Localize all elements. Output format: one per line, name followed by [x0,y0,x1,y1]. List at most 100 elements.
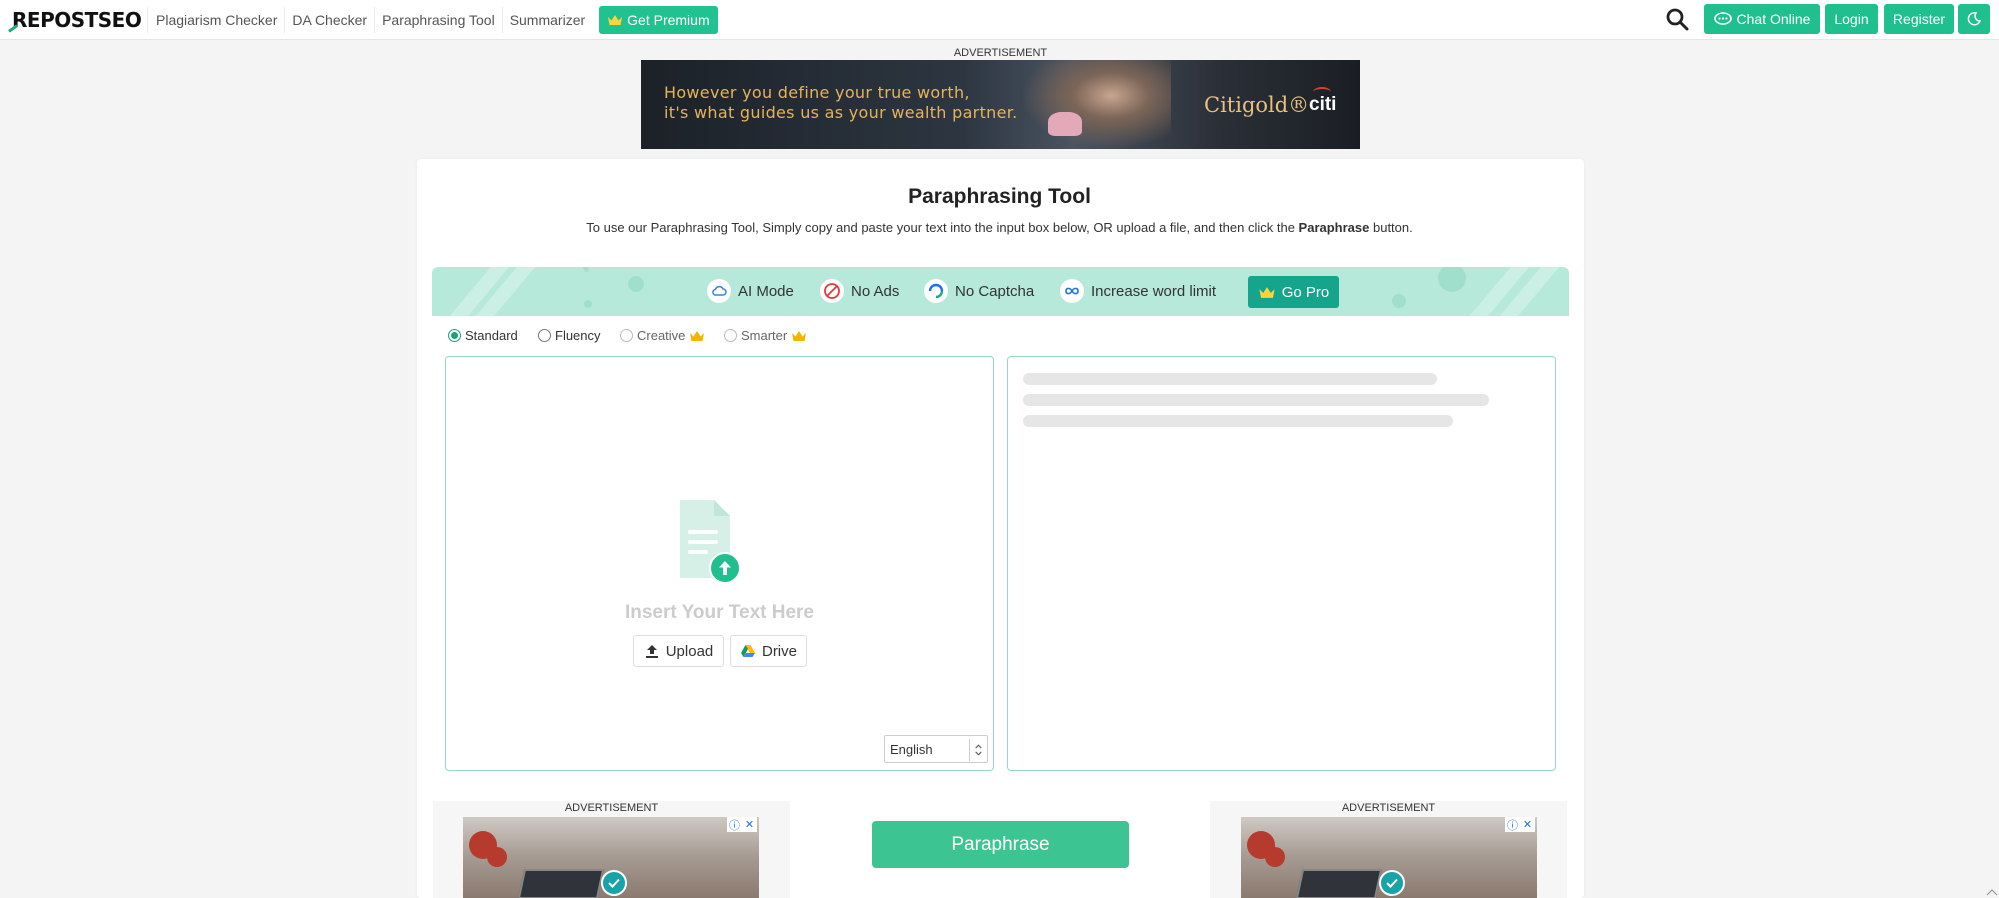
input-placeholder: Insert Your Text Here [624,602,814,623]
mode-standard-radio[interactable] [448,329,461,342]
banner-decoration [584,267,589,272]
feature-no-ads-label: No Ads [851,282,900,300]
ad-brand-name: Citigold® [1204,93,1310,117]
logo-text: REPOSTSEO [12,8,142,32]
moon-icon [1967,12,1981,26]
mode-fluency-label: Fluency [555,328,601,343]
input-text-area[interactable]: Insert Your Text Here Upload Drive Engli… [445,356,994,771]
mode-creative-label: Creative [637,328,686,343]
pro-features-banner: AI Mode No Ads No Captcha Increase word … [432,267,1569,316]
mode-standard-label: Standard [465,328,518,343]
mode-smarter-label: Smarter [741,328,788,343]
language-value: English [890,741,933,757]
crown-icon [608,15,623,25]
feature-no-ads: No Ads [820,278,899,304]
upload-button[interactable]: Upload [633,635,724,667]
ad-flower-image [487,847,507,867]
crown-icon [690,330,705,341]
upload-label: Upload [665,642,714,660]
mode-fluency[interactable]: Fluency [538,327,601,344]
ad-label-right: ADVERTISEMENT [1341,802,1436,814]
captcha-icon [924,279,948,303]
crown-icon [1259,286,1275,298]
instructions-text-end: button. [1369,220,1413,235]
chat-online-button[interactable]: Chat Online [1704,4,1820,34]
dark-mode-toggle[interactable] [1958,4,1990,34]
banner-decoration [628,276,644,292]
page-instructions: To use our Paraphrasing Tool, Simply cop… [0,220,1999,235]
feature-no-captcha: No Captcha [924,278,1034,304]
chevron-up-icon[interactable] [1985,885,1999,898]
loading-placeholder-line [1023,394,1489,406]
ad-label-left: ADVERTISEMENT [564,802,659,814]
ad-laptop-image [1295,869,1383,898]
citi-logo: citi [1309,94,1337,115]
language-select[interactable]: English [884,735,988,763]
go-pro-button[interactable]: Go Pro [1248,276,1339,308]
nav-da-checker[interactable]: DA Checker [285,7,376,33]
ad-close-icon[interactable]: ✕ [742,817,757,832]
ad-flower-image [1265,847,1285,867]
register-label: Register [1892,11,1946,27]
site-logo[interactable]: REPOSTSEO [12,7,142,33]
mode-creative-radio[interactable] [620,329,633,342]
mode-standard[interactable]: Standard [448,327,518,344]
ad-label-top: ADVERTISEMENT [953,47,1048,59]
ad-cake-image [1048,112,1082,136]
mode-smarter[interactable]: Smarter [724,327,807,344]
feature-ai-mode-label: AI Mode [738,282,794,300]
feature-ai-mode: AI Mode [707,278,794,304]
ad-person-image [1021,60,1171,149]
login-button[interactable]: Login [1825,4,1878,34]
ad-headline-line1: However you define your true worth, [664,83,970,102]
chat-bubble-icon [1713,12,1732,25]
get-premium-label: Get Premium [627,12,710,28]
mode-smarter-radio[interactable] [724,329,737,342]
instructions-text: To use our Paraphrasing Tool, Simply cop… [586,220,1299,235]
paraphrase-button[interactable]: Paraphrase [872,821,1129,868]
upload-icon [645,645,658,658]
nav-paraphrasing-tool[interactable]: Paraphrasing Tool [375,7,503,33]
mode-fluency-radio[interactable] [538,329,551,342]
go-pro-label: Go Pro [1281,283,1330,301]
google-drive-icon [740,645,755,657]
google-drive-button[interactable]: Drive [730,635,807,667]
search-icon[interactable] [1665,7,1689,31]
get-premium-button[interactable]: Get Premium [599,6,718,34]
crown-icon [792,330,807,341]
chat-online-label: Chat Online [1736,11,1811,27]
login-label: Login [1834,11,1869,27]
infinity-icon [1060,279,1084,303]
main-nav: Plagiarism Checker DA Checker Paraphrasi… [149,0,718,40]
drive-label: Drive [761,642,797,660]
register-button[interactable]: Register [1884,4,1954,34]
no-ads-icon [820,279,844,303]
ad-close-icon[interactable]: ✕ [1520,817,1535,832]
ad-laptop-image [517,869,605,898]
cloud-ai-icon [707,279,731,303]
loading-placeholder-line [1023,415,1453,427]
banner-decoration [584,300,592,308]
banner-decoration [1392,294,1406,308]
feature-no-captcha-label: No Captcha [955,282,1035,300]
loading-placeholder-line [1023,373,1437,385]
ad-controls: ⓘ ✕ [727,817,757,832]
output-text-area[interactable] [1007,356,1556,771]
upload-document-icon [680,500,740,584]
left-bottom-ad[interactable]: ⓘ ✕ [463,817,759,898]
ad-info-icon[interactable]: ⓘ [1505,817,1520,832]
feature-word-limit-label: Increase word limit [1091,282,1217,300]
select-arrows-icon [969,739,982,761]
right-bottom-ad[interactable]: ⓘ ✕ [1241,817,1537,898]
feature-increase-word-limit: Increase word limit [1060,278,1216,304]
ad-headline-line2: it's what guides us as your wealth partn… [664,103,1018,122]
nav-summarizer[interactable]: Summarizer [503,7,592,33]
banner-decoration [1438,267,1466,292]
mode-creative[interactable]: Creative [620,327,705,344]
instructions-emphasis: Paraphrase [1298,220,1370,235]
top-banner-ad[interactable]: However you define your true worth, it's… [641,60,1360,149]
check-icon [1379,870,1405,896]
ad-info-icon[interactable]: ⓘ [727,817,742,832]
top-navigation-bar: REPOSTSEO Plagiarism Checker DA Checker … [0,0,1999,40]
nav-plagiarism-checker[interactable]: Plagiarism Checker [149,7,286,33]
